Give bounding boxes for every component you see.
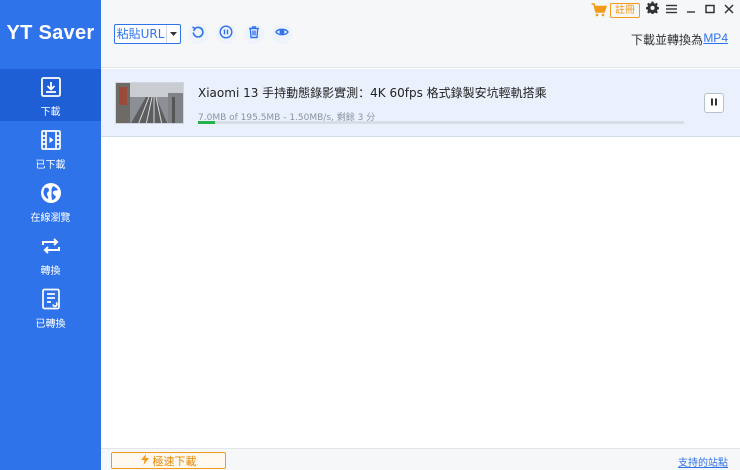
toolbar: 粘貼URL 下載並轉換為 MP4 註冊 <box>101 0 740 68</box>
progress-bar <box>198 121 684 124</box>
convert-format-link[interactable]: MP4 <box>703 31 728 45</box>
hamburger-menu-icon <box>666 1 677 19</box>
sidebar-item-label: 已下載 <box>35 160 66 171</box>
maximize-button[interactable] <box>701 2 718 18</box>
download-item[interactable]: Xiaomi 13 手持動態錄影實測：4K 60fps 格式錄製安坑輕軌搭乘 7… <box>101 69 740 137</box>
main-panel: 粘貼URL 下載並轉換為 MP4 註冊 Xiaomi 13 手持動態錄影實測：4… <box>101 0 740 470</box>
film-icon <box>38 127 64 153</box>
progress-bar-fill <box>198 121 216 124</box>
chevron-down-icon[interactable] <box>167 25 180 43</box>
menu-button[interactable] <box>663 2 680 18</box>
maximize-icon <box>704 1 715 19</box>
refresh-icon <box>191 25 205 44</box>
eye-icon <box>275 25 289 44</box>
sidebar: YT Saver 下載 已下載 在線瀏覽 轉換 已轉換 <box>0 0 101 470</box>
settings-button[interactable] <box>644 1 661 19</box>
paste-url-label: 粘貼URL <box>115 25 167 43</box>
close-button[interactable] <box>720 2 737 18</box>
pause-all-button[interactable] <box>216 24 236 44</box>
video-title: Xiaomi 13 手持動態錄影實測：4K 60fps 格式錄製安坑輕軌搭乘 <box>198 86 547 100</box>
sidebar-item-label: 轉換 <box>40 266 61 277</box>
minimize-icon <box>686 1 696 19</box>
pause-circle-icon <box>219 24 233 44</box>
video-thumbnail <box>115 82 184 124</box>
convert-icon <box>38 233 64 259</box>
minimize-button[interactable] <box>682 2 699 18</box>
trash-icon <box>247 25 261 44</box>
pause-button[interactable] <box>704 93 724 113</box>
turbo-download-button[interactable]: 極速下載 <box>111 452 226 469</box>
preview-button[interactable] <box>272 24 292 44</box>
register-button[interactable]: 註冊 <box>610 3 640 18</box>
convert-to-label: 下載並轉換為 <box>630 33 703 47</box>
globe-icon <box>38 180 64 206</box>
refresh-button[interactable] <box>188 24 208 44</box>
sidebar-item-downloaded[interactable]: 已下載 <box>0 122 101 174</box>
sidebar-item-convert[interactable]: 轉換 <box>0 228 101 280</box>
status-bar: 極速下載 支持的站點 <box>101 448 740 470</box>
turbo-download-label: 極速下載 <box>152 454 197 468</box>
delete-button[interactable] <box>244 24 264 44</box>
sidebar-item-online-browse[interactable]: 在線瀏覽 <box>0 175 101 227</box>
converted-document-icon <box>38 286 64 312</box>
sidebar-item-label: 已轉換 <box>35 319 66 330</box>
app-title: YT Saver <box>6 22 95 44</box>
sidebar-item-download[interactable]: 下載 <box>0 69 101 121</box>
close-icon <box>723 1 734 19</box>
pause-icon <box>709 94 719 112</box>
sidebar-item-label: 下載 <box>40 107 61 118</box>
gear-icon <box>646 1 659 19</box>
sidebar-item-label: 在線瀏覽 <box>30 213 71 224</box>
cart-icon[interactable] <box>591 3 608 17</box>
download-icon <box>38 74 64 100</box>
supported-sites-link[interactable]: 支持的站點 <box>678 454 728 469</box>
paste-url-button[interactable]: 粘貼URL <box>114 24 181 44</box>
lightning-icon <box>140 453 149 468</box>
sidebar-item-converted[interactable]: 已轉換 <box>0 281 101 333</box>
